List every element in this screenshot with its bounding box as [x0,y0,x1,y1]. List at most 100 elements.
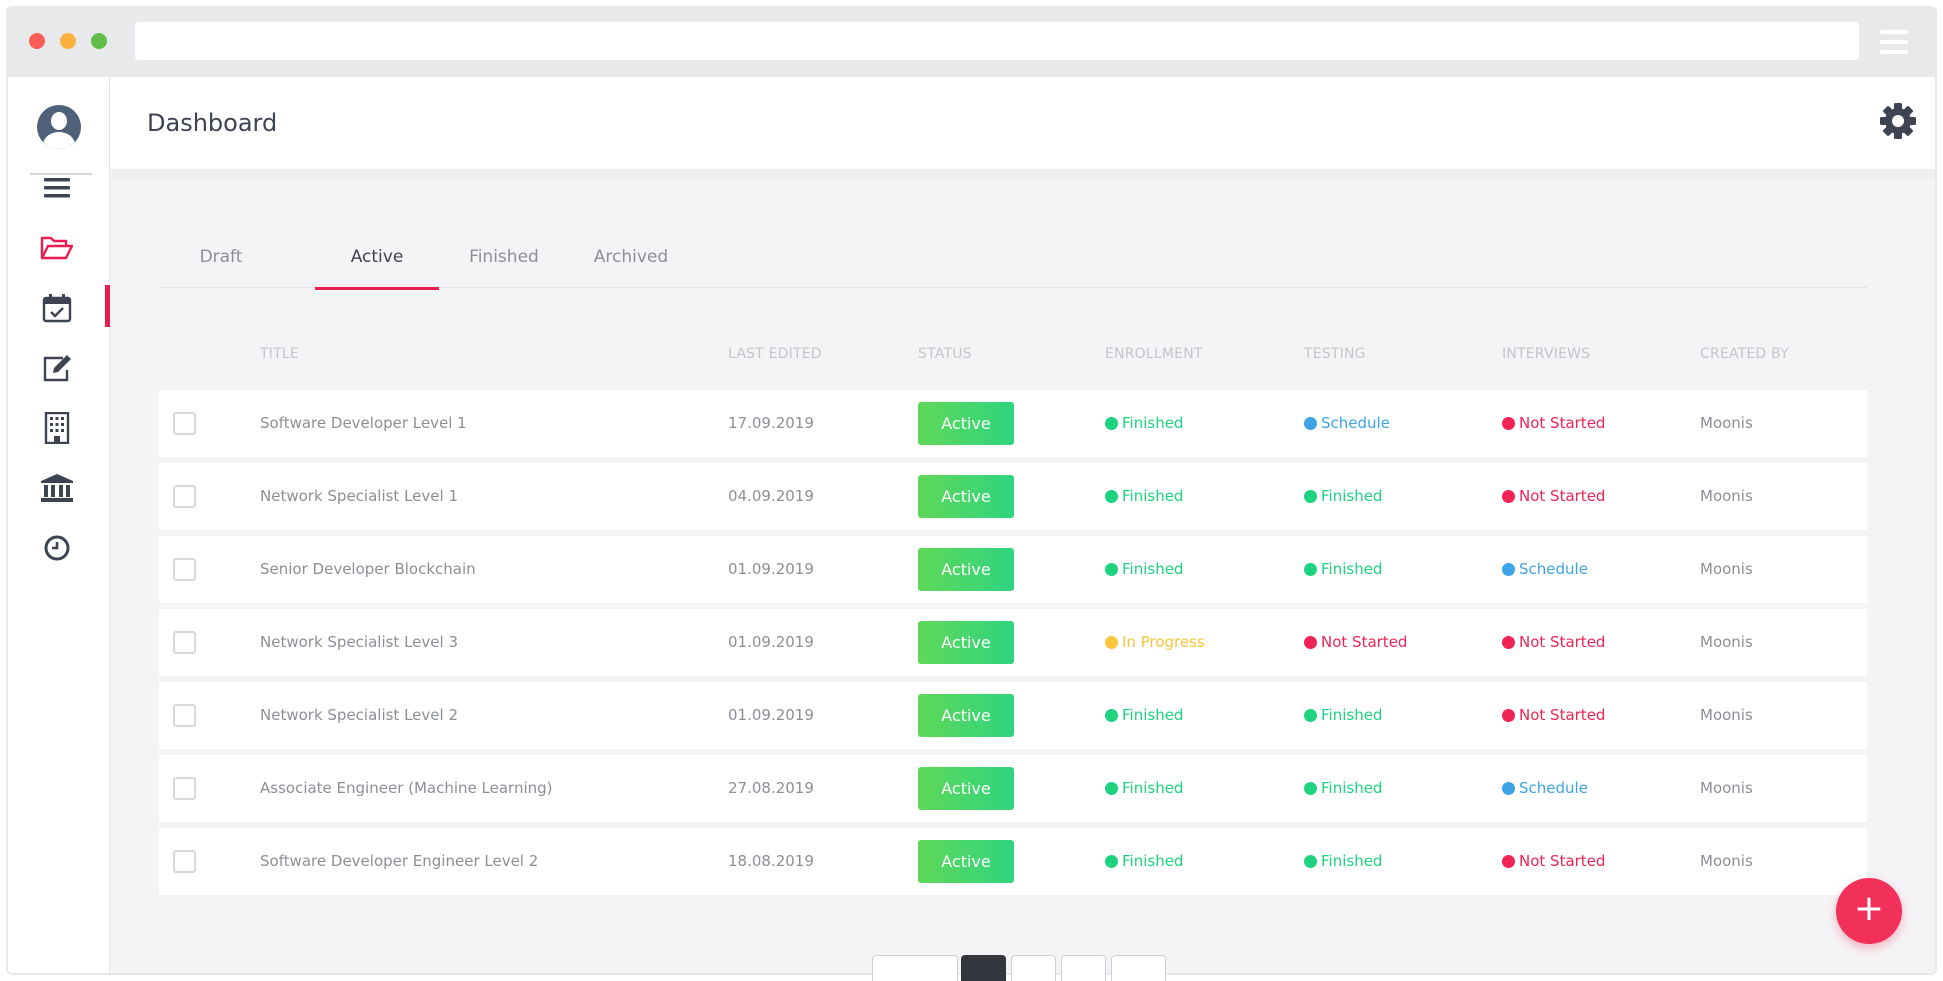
status-dot-icon [1105,562,1118,576]
interviews-status-label: Schedule [1519,560,1588,578]
status-dot-icon [1502,635,1515,649]
testing-status-label: Finished [1321,487,1383,505]
row-checkbox[interactable] [173,777,196,800]
clock-icon[interactable] [35,526,79,570]
interviews-status-label: Not Started [1519,633,1606,651]
status-dot-icon [1502,854,1515,868]
status-badge[interactable]: Active [918,767,1014,810]
row-title[interactable]: Associate Engineer (Machine Learning) [260,779,553,797]
testing-status: Not Started [1304,633,1407,651]
tab-archived[interactable]: Archived [569,225,693,288]
status-dot-icon [1304,489,1317,503]
status-dot-icon [1105,781,1118,795]
interviews-status: Not Started [1502,487,1605,505]
gear-icon[interactable] [1878,101,1918,141]
edit-icon[interactable] [35,346,79,390]
window-close-dot[interactable] [29,33,45,49]
window-minimize-dot[interactable] [60,33,76,49]
column-header-created-by[interactable]: CREATED BY [1700,346,1789,362]
avatar[interactable] [37,105,81,149]
status-dot-icon [1304,635,1317,649]
row-title[interactable]: Network Specialist Level 2 [260,706,458,724]
testing-status: Finished [1304,706,1382,724]
table-row[interactable]: Software Developer Level 1 17.09.2019 Ac… [159,390,1867,457]
row-title[interactable]: Network Specialist Level 1 [260,487,458,505]
status-badge[interactable]: Active [918,402,1014,445]
browser-menu-icon[interactable] [1880,30,1908,56]
interviews-status: Not Started [1502,852,1605,870]
table-row[interactable]: Network Specialist Level 3 01.09.2019 Ac… [159,609,1867,676]
testing-status: Finished [1304,487,1382,505]
folder-open-icon[interactable] [35,226,79,270]
status-badge[interactable]: Active [918,621,1014,664]
table-row[interactable]: Associate Engineer (Machine Learning) 27… [159,755,1867,822]
enrollment-status: Finished [1105,414,1183,432]
interviews-status-label: Not Started [1519,414,1606,432]
table-row[interactable]: Software Developer Engineer Level 2 18.0… [159,828,1867,895]
row-created-by: Moonis [1700,633,1753,651]
row-title[interactable]: Senior Developer Blockchain [260,560,476,578]
row-created-by: Moonis [1700,414,1753,432]
row-checkbox[interactable] [173,631,196,654]
status-badge[interactable]: Active [918,840,1014,883]
enrollment-status: Finished [1105,706,1183,724]
column-header-status[interactable]: STATUS [918,346,972,362]
status-dot-icon [1105,635,1118,649]
pagination-next[interactable] [1111,955,1166,981]
row-checkbox[interactable] [173,558,196,581]
testing-status: Finished [1304,779,1382,797]
table-row[interactable]: Network Specialist Level 1 04.09.2019 Ac… [159,463,1867,530]
status-dot-icon [1304,781,1317,795]
column-header-interviews[interactable]: INTERVIEWS [1502,346,1590,362]
tab-finished[interactable]: Finished [442,225,566,288]
tab-draft[interactable]: Draft [159,225,283,288]
status-dot-icon [1304,562,1317,576]
pagination-prev[interactable] [872,955,958,981]
bank-icon[interactable] [35,466,79,510]
add-button[interactable]: + [1836,878,1902,944]
interviews-status-label: Not Started [1519,706,1606,724]
status-dot-icon [1502,781,1515,795]
pagination-page[interactable] [1061,955,1106,981]
row-last-edited: 01.09.2019 [728,706,814,724]
status-dot-icon [1304,708,1317,722]
enrollment-status-label: Finished [1122,779,1184,797]
menu-icon[interactable] [35,166,79,210]
row-checkbox[interactable] [173,850,196,873]
status-badge[interactable]: Active [918,475,1014,518]
row-title[interactable]: Network Specialist Level 3 [260,633,458,651]
row-title[interactable]: Software Developer Level 1 [260,414,467,432]
status-dot-icon [1105,854,1118,868]
testing-status-label: Schedule [1321,414,1390,432]
pagination-page-current[interactable] [961,955,1006,981]
interviews-status: Schedule [1502,779,1588,797]
table-row[interactable]: Senior Developer Blockchain 01.09.2019 A… [159,536,1867,603]
building-icon[interactable] [35,406,79,450]
column-header-title[interactable]: TITLE [260,346,299,362]
testing-status: Schedule [1304,414,1390,432]
tab-active[interactable]: Active [315,225,439,290]
status-dot-icon [1304,854,1317,868]
column-header-testing[interactable]: TESTING [1304,346,1366,362]
calendar-check-icon[interactable] [35,286,79,330]
window-maximize-dot[interactable] [91,33,107,49]
row-checkbox[interactable] [173,485,196,508]
row-checkbox[interactable] [173,412,196,435]
enrollment-status: In Progress [1105,633,1205,651]
status-dot-icon [1105,416,1118,430]
enrollment-status-label: Finished [1122,706,1184,724]
column-header-last-edited[interactable]: LAST EDITED [728,346,822,362]
pagination-page[interactable] [1011,955,1056,981]
column-header-enrollment[interactable]: ENROLLMENT [1105,346,1203,362]
table-row[interactable]: Network Specialist Level 2 01.09.2019 Ac… [159,682,1867,749]
row-checkbox[interactable] [173,704,196,727]
status-dot-icon [1502,489,1515,503]
enrollment-status: Finished [1105,560,1183,578]
status-dot-icon [1105,489,1118,503]
enrollment-status: Finished [1105,487,1183,505]
row-title[interactable]: Software Developer Engineer Level 2 [260,852,538,870]
testing-status-label: Finished [1321,706,1383,724]
status-badge[interactable]: Active [918,548,1014,591]
status-badge[interactable]: Active [918,694,1014,737]
address-bar[interactable] [135,22,1859,60]
